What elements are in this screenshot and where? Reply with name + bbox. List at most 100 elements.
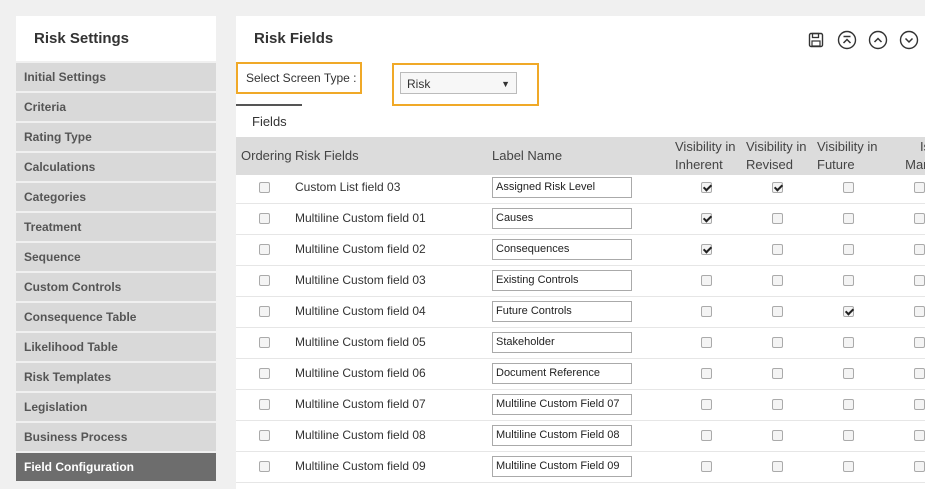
- header-visibility-future: Visibility in Future: [817, 139, 878, 172]
- risk-field-name: Custom List field 03: [295, 180, 401, 194]
- sidebar-item-risk-templates[interactable]: Risk Templates: [16, 363, 216, 391]
- sidebar-item-business-process[interactable]: Business Process: [16, 423, 216, 451]
- sidebar-item-field-configuration[interactable]: Field Configuration: [16, 453, 216, 481]
- sidebar-item-categories[interactable]: Categories: [16, 183, 216, 211]
- collapse-all-icon: [837, 30, 857, 50]
- sidebar-item-rating-type[interactable]: Rating Type: [16, 123, 216, 151]
- future-checkbox[interactable]: [843, 368, 854, 379]
- sidebar-item-sequence[interactable]: Sequence: [16, 243, 216, 271]
- table-row: Multiline Custom field 03 Existing Contro…: [236, 266, 925, 297]
- inherent-checkbox[interactable]: [701, 306, 712, 317]
- sidebar-item-legislation[interactable]: Legislation: [16, 393, 216, 421]
- label-name-input[interactable]: Stakeholder: [492, 332, 632, 353]
- label-name-input[interactable]: Assigned Risk Level: [492, 177, 632, 198]
- future-checkbox[interactable]: [843, 275, 854, 286]
- revised-checkbox[interactable]: [772, 213, 783, 224]
- header-visibility-revised: Visibility in Revised: [746, 139, 807, 172]
- mandatory-checkbox[interactable]: [914, 275, 925, 286]
- sidebar-item-likelihood-table[interactable]: Likelihood Table: [16, 333, 216, 361]
- mandatory-checkbox[interactable]: [914, 399, 925, 410]
- inherent-checkbox[interactable]: [701, 368, 712, 379]
- mandatory-checkbox[interactable]: [914, 182, 925, 193]
- inherent-checkbox[interactable]: [701, 461, 712, 472]
- inherent-checkbox[interactable]: [701, 430, 712, 441]
- risk-field-name: Multiline Custom field 03: [295, 273, 426, 287]
- inherent-checkbox[interactable]: [701, 213, 712, 224]
- risk-field-name: Multiline Custom field 07: [295, 397, 426, 411]
- label-name-input[interactable]: Existing Controls: [492, 270, 632, 291]
- mandatory-checkbox[interactable]: [914, 337, 925, 348]
- mandatory-checkbox[interactable]: [914, 244, 925, 255]
- inherent-checkbox[interactable]: [701, 337, 712, 348]
- chevron-down-icon: [899, 30, 919, 50]
- label-name-input[interactable]: Future Controls: [492, 301, 632, 322]
- future-checkbox[interactable]: [843, 244, 854, 255]
- mandatory-checkbox[interactable]: [914, 430, 925, 441]
- inherent-checkbox[interactable]: [701, 399, 712, 410]
- future-checkbox[interactable]: [843, 430, 854, 441]
- risk-field-name: Multiline Custom field 06: [295, 366, 426, 380]
- table-row: Custom List field 03 Assigned Risk Level: [236, 173, 925, 204]
- revised-checkbox[interactable]: [772, 182, 783, 193]
- future-checkbox[interactable]: [843, 337, 854, 348]
- mandatory-checkbox[interactable]: [914, 461, 925, 472]
- risk-field-name: Multiline Custom field 05: [295, 335, 426, 349]
- future-checkbox[interactable]: [843, 182, 854, 193]
- label-name-input[interactable]: Multiline Custom Field 08: [492, 425, 632, 446]
- screen-type-select[interactable]: Risk ▼: [400, 72, 517, 94]
- revised-checkbox[interactable]: [772, 399, 783, 410]
- ordering-checkbox[interactable]: [259, 399, 270, 410]
- ordering-checkbox[interactable]: [259, 337, 270, 348]
- screen-type-value: Risk: [407, 77, 431, 91]
- future-checkbox[interactable]: [843, 399, 854, 410]
- dropdown-arrow-icon: ▼: [501, 79, 510, 89]
- inherent-checkbox[interactable]: [701, 182, 712, 193]
- ordering-checkbox[interactable]: [259, 275, 270, 286]
- sidebar-item-custom-controls[interactable]: Custom Controls: [16, 273, 216, 301]
- label-name-input[interactable]: Multiline Custom Field 07: [492, 394, 632, 415]
- revised-checkbox[interactable]: [772, 275, 783, 286]
- collapse-button[interactable]: [868, 30, 888, 50]
- label-name-input[interactable]: Multiline Custom Field 09: [492, 456, 632, 477]
- sidebar-item-calculations[interactable]: Calculations: [16, 153, 216, 181]
- inherent-checkbox[interactable]: [701, 275, 712, 286]
- main-panel: Risk Fields Select Screen Type: Risk ▼ …: [236, 16, 925, 489]
- header-ordering: Ordering: [241, 148, 292, 163]
- sidebar-item-criteria[interactable]: Criteria: [16, 93, 216, 121]
- collapse-all-button[interactable]: [837, 30, 857, 50]
- label-name-input[interactable]: Document Reference: [492, 363, 632, 384]
- revised-checkbox[interactable]: [772, 430, 783, 441]
- expand-button[interactable]: [899, 30, 919, 50]
- future-checkbox[interactable]: [843, 213, 854, 224]
- ordering-checkbox[interactable]: [259, 461, 270, 472]
- tab-fields[interactable]: Fields: [252, 114, 287, 129]
- ordering-checkbox[interactable]: [259, 430, 270, 441]
- header-visibility-inherent: Visibility in Inherent: [675, 139, 736, 172]
- ordering-checkbox[interactable]: [259, 368, 270, 379]
- risk-field-name: Multiline Custom field 08: [295, 428, 426, 442]
- sidebar-item-consequence-table[interactable]: Consequence Table: [16, 303, 216, 331]
- ordering-checkbox[interactable]: [259, 306, 270, 317]
- sidebar-item-treatment[interactable]: Treatment: [16, 213, 216, 241]
- ordering-checkbox[interactable]: [259, 244, 270, 255]
- future-checkbox[interactable]: [843, 461, 854, 472]
- ordering-checkbox[interactable]: [259, 182, 270, 193]
- inherent-checkbox[interactable]: [701, 244, 712, 255]
- table-row: Multiline Custom field 09 Multiline Custo…: [236, 452, 925, 483]
- revised-checkbox[interactable]: [772, 337, 783, 348]
- revised-checkbox[interactable]: [772, 461, 783, 472]
- mandatory-checkbox[interactable]: [914, 306, 925, 317]
- revised-checkbox[interactable]: [772, 368, 783, 379]
- label-name-input[interactable]: Consequences: [492, 239, 632, 260]
- screen-type-highlight: Risk ▼: [392, 63, 539, 106]
- ordering-checkbox[interactable]: [259, 213, 270, 224]
- label-name-input[interactable]: Causes: [492, 208, 632, 229]
- mandatory-checkbox[interactable]: [914, 368, 925, 379]
- save-button[interactable]: [806, 30, 826, 50]
- revised-checkbox[interactable]: [772, 244, 783, 255]
- revised-checkbox[interactable]: [772, 306, 783, 317]
- sidebar-item-initial-settings[interactable]: Initial Settings: [16, 63, 216, 91]
- header-risk-fields: Risk Fields: [295, 148, 359, 163]
- future-checkbox[interactable]: [843, 306, 854, 317]
- mandatory-checkbox[interactable]: [914, 213, 925, 224]
